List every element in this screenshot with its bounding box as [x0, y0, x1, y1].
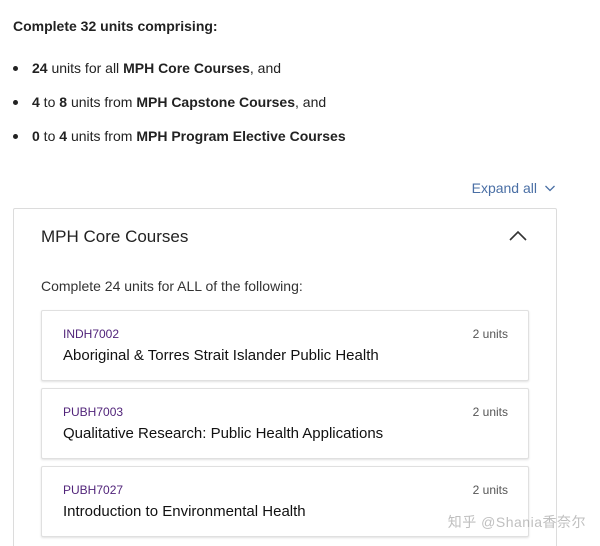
course-code[interactable]: PUBH7003 — [63, 405, 123, 419]
requirement-tail: , and — [249, 60, 282, 76]
panel-title: MPH Core Courses — [41, 227, 189, 246]
watermark: 知乎 @Shania香奈尔 — [447, 514, 586, 530]
requirement-units-max: 8 — [59, 94, 68, 110]
requirement-group: MPH Capstone Courses — [136, 94, 296, 110]
requirement-item-core: 24 units for all MPH Core Courses, and — [13, 58, 346, 92]
requirement-group: MPH Program Elective Courses — [136, 128, 346, 144]
course-name[interactable]: Aboriginal & Torres Strait Islander Publ… — [63, 347, 379, 364]
requirement-to: to — [39, 94, 60, 110]
requirement-tail: , and — [295, 94, 327, 110]
course-units: 2 units — [472, 327, 508, 341]
course-card[interactable]: PUBH7003 2 units Qualitative Research: P… — [41, 388, 529, 459]
panel-subtitle: Complete 24 units for ALL of the followi… — [41, 278, 303, 294]
bullet-icon — [13, 134, 18, 139]
core-courses-panel: MPH Core Courses Complete 24 units for A… — [13, 208, 557, 546]
requirement-units-min: 4 — [32, 94, 40, 110]
requirement-to: to — [39, 128, 60, 144]
requirement-units-max: 4 — [59, 128, 68, 144]
bullet-icon — [13, 100, 18, 105]
bullet-icon — [13, 66, 18, 71]
expand-all-label: Expand all — [471, 180, 537, 196]
requirements-list: 24 units for all MPH Core Courses, and 4… — [13, 58, 346, 160]
requirement-units: 24 — [32, 60, 48, 76]
requirement-group: MPH Core Courses — [123, 60, 250, 76]
course-name[interactable]: Introduction to Environmental Health — [63, 503, 306, 520]
course-units: 2 units — [472, 405, 508, 419]
course-card[interactable]: INDH7002 2 units Aboriginal & Torres Str… — [41, 310, 529, 381]
chevron-up-icon[interactable] — [508, 229, 528, 243]
requirement-units-min: 0 — [32, 128, 40, 144]
program-requirements-page: Complete 32 units comprising: 24 units f… — [0, 0, 600, 546]
requirement-text: units from — [67, 128, 137, 144]
chevron-down-icon — [545, 185, 555, 192]
course-name[interactable]: Qualitative Research: Public Health Appl… — [63, 425, 383, 442]
expand-all-button[interactable]: Expand all — [472, 180, 556, 196]
course-code[interactable]: INDH7002 — [63, 327, 119, 341]
requirement-text: units from — [67, 94, 137, 110]
requirement-item-capstone: 4 to 8 units from MPH Capstone Courses, … — [13, 92, 346, 126]
requirement-text: units for all — [47, 60, 124, 76]
course-code[interactable]: PUBH7027 — [63, 483, 123, 497]
requirements-intro: Complete 32 units comprising: — [13, 18, 218, 34]
requirement-item-elective: 0 to 4 units from MPH Program Elective C… — [13, 126, 346, 160]
course-units: 2 units — [472, 483, 508, 497]
